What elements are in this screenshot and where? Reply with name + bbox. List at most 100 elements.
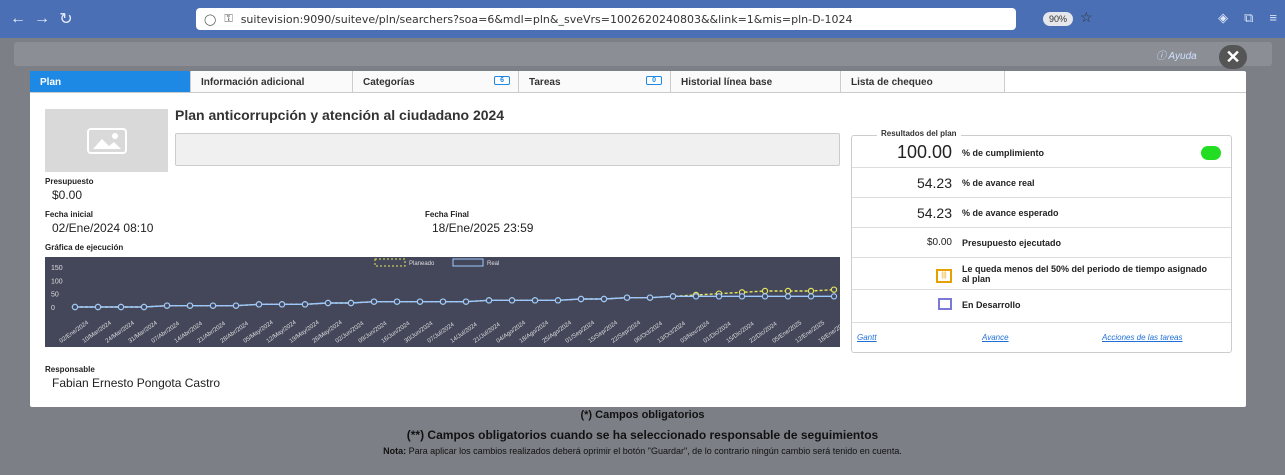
responsible-value: Fabian Ernesto Pongota Castro bbox=[52, 376, 221, 390]
tareas-count-badge: 0 bbox=[646, 76, 662, 85]
y-tick-label: 150 bbox=[51, 265, 63, 272]
data-point bbox=[738, 293, 746, 300]
results-legend: Resultados del plan bbox=[877, 129, 961, 138]
data-point bbox=[761, 293, 769, 300]
acciones-tareas-link[interactable]: Acciones de las tareas bbox=[1102, 333, 1183, 342]
url-bar[interactable]: ◯ ⚿ suitevision:9090/suiteve/pln/searche… bbox=[196, 8, 1016, 30]
execution-chart: 150 100 50 0 Planeado Real 02/Ene/2024 10/Mar/2… bbox=[45, 257, 850, 347]
data-point bbox=[117, 303, 125, 311]
shield-icon: ◯ bbox=[204, 12, 217, 26]
data-point bbox=[347, 299, 355, 307]
data-point bbox=[784, 287, 792, 295]
result-label: Le queda menos del 50% del periodo de ti… bbox=[962, 263, 1208, 284]
avance-link[interactable]: Avance bbox=[982, 333, 1009, 342]
data-point bbox=[209, 302, 217, 309]
budget-label: Presupuesto bbox=[45, 177, 94, 186]
results-divider bbox=[852, 322, 1231, 323]
forward-icon[interactable]: → bbox=[30, 10, 54, 28]
required-fields-note: (*) Campos obligatorios bbox=[580, 409, 705, 421]
tab-lista-de-chequeo[interactable]: Lista de chequeo bbox=[841, 71, 1005, 92]
data-point bbox=[600, 295, 608, 303]
close-button[interactable]: ✕ bbox=[1219, 45, 1247, 69]
start-date-value: 02/Ene/2024 08:10 bbox=[52, 221, 154, 235]
bookmark-star-icon[interactable]: ☆ bbox=[1080, 9, 1093, 26]
legend-label-planeado: Planeado bbox=[409, 261, 435, 267]
chart-label: Gráfica de ejecución bbox=[45, 243, 124, 252]
legend-label-real: Real bbox=[487, 261, 499, 267]
result-label: En Desarrollo bbox=[962, 300, 1021, 310]
result-label: % de avance real bbox=[962, 177, 1035, 188]
result-row-estado: En Desarrollo bbox=[852, 290, 1231, 320]
data-point bbox=[163, 302, 171, 309]
tab-historial-linea-base[interactable]: Historial línea base bbox=[671, 71, 841, 92]
data-point bbox=[646, 294, 654, 301]
result-row-presupuesto: $0.00 Presupuesto ejecutado bbox=[852, 228, 1231, 258]
budget-value: $0.00 bbox=[52, 188, 83, 202]
data-point bbox=[669, 293, 677, 300]
url-text: suitevision:9090/suiteve/pln/searchers?s… bbox=[240, 12, 853, 26]
plan-title: Plan anticorrupción y atención al ciudad… bbox=[175, 107, 505, 123]
result-row-avance-real: 54.23 % de avance real bbox=[852, 168, 1231, 198]
plan-modal: Plan Información adicional Categorías 6 T… bbox=[30, 71, 1246, 407]
tab-bar: Plan Información adicional Categorías 6 T… bbox=[30, 71, 1246, 93]
result-label: % de avance esperado bbox=[962, 207, 1059, 218]
result-value: 54.23 bbox=[916, 174, 952, 191]
data-point bbox=[393, 298, 401, 305]
execution-chart-svg: 150100500Planeado Real02/Ene/202410/Mar/2… bbox=[51, 258, 850, 345]
data-point bbox=[71, 303, 79, 311]
result-value: $0.00 bbox=[926, 237, 952, 248]
y-tick-label: 0 bbox=[51, 305, 55, 312]
data-point bbox=[807, 293, 815, 300]
data-point bbox=[255, 301, 263, 308]
data-point bbox=[830, 293, 838, 300]
data-point bbox=[278, 301, 286, 308]
zoom-level[interactable]: 90% bbox=[1043, 12, 1074, 26]
legend-swatch-planeado bbox=[374, 258, 406, 267]
legend-swatch-real bbox=[452, 258, 484, 267]
end-date-label: Fecha Final bbox=[425, 210, 470, 219]
result-row-cumplimiento: 100.00 % de cumplimiento bbox=[852, 138, 1231, 168]
y-tick-label: 100 bbox=[51, 278, 63, 285]
data-point bbox=[485, 297, 493, 304]
status-dot-icon bbox=[1201, 146, 1221, 160]
data-point bbox=[416, 298, 424, 305]
responsible-label: Responsable bbox=[45, 365, 95, 374]
tab-categorias[interactable]: Categorías 6 bbox=[353, 71, 519, 92]
tab-tareas[interactable]: Tareas 0 bbox=[519, 71, 671, 92]
data-point bbox=[186, 302, 194, 309]
plan-description-textarea[interactable] bbox=[175, 133, 840, 166]
data-point bbox=[692, 293, 700, 300]
data-point bbox=[140, 303, 148, 311]
gantt-link[interactable]: Gantt bbox=[857, 333, 877, 342]
categorias-count-badge: 6 bbox=[494, 76, 510, 85]
result-value: 100.00 bbox=[896, 142, 952, 162]
background-header bbox=[14, 42, 1272, 66]
data-point bbox=[761, 287, 769, 295]
calendar-icon bbox=[938, 298, 952, 310]
tab-informacion-adicional[interactable]: Información adicional bbox=[191, 71, 353, 92]
result-label: % de cumplimiento bbox=[962, 147, 1045, 158]
data-point bbox=[508, 297, 516, 304]
extensions-icon[interactable]: ⧉ bbox=[1244, 10, 1253, 26]
menu-icon[interactable]: ≡ bbox=[1269, 10, 1277, 26]
reload-icon[interactable]: ↻ bbox=[54, 9, 78, 29]
data-point bbox=[301, 301, 309, 308]
result-value: 54.23 bbox=[916, 204, 952, 221]
data-point bbox=[715, 293, 723, 300]
data-point bbox=[531, 297, 539, 304]
pocket-icon[interactable]: ◈ bbox=[1218, 10, 1228, 26]
data-point bbox=[807, 287, 815, 295]
calendar-warning-icon: ||| bbox=[936, 269, 952, 283]
back-icon[interactable]: ← bbox=[6, 10, 30, 28]
help-link[interactable]: ⓘ Ayuda bbox=[1156, 47, 1197, 62]
result-row-tiempo: ||| Le queda menos del 50% del periodo d… bbox=[852, 258, 1231, 290]
plan-image-placeholder[interactable] bbox=[45, 109, 168, 172]
lock-icon: ⚿ bbox=[224, 12, 233, 25]
tab-plan[interactable]: Plan bbox=[30, 71, 191, 92]
data-point bbox=[784, 293, 792, 300]
start-date-label: Fecha inicial bbox=[45, 210, 94, 219]
data-point bbox=[370, 298, 378, 305]
image-icon bbox=[86, 127, 127, 154]
data-point bbox=[94, 303, 102, 311]
data-point bbox=[830, 286, 838, 293]
